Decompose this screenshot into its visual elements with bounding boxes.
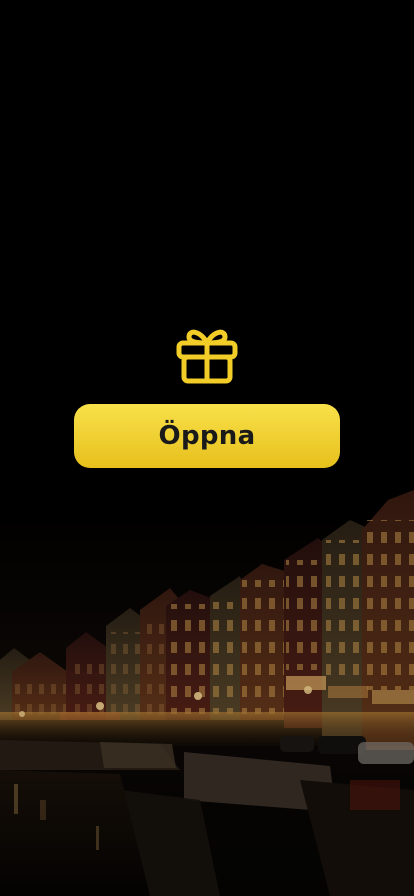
gift-icon (176, 329, 238, 384)
open-button[interactable]: Öppna (74, 404, 340, 468)
open-gift-screen: Öppna (0, 0, 414, 896)
